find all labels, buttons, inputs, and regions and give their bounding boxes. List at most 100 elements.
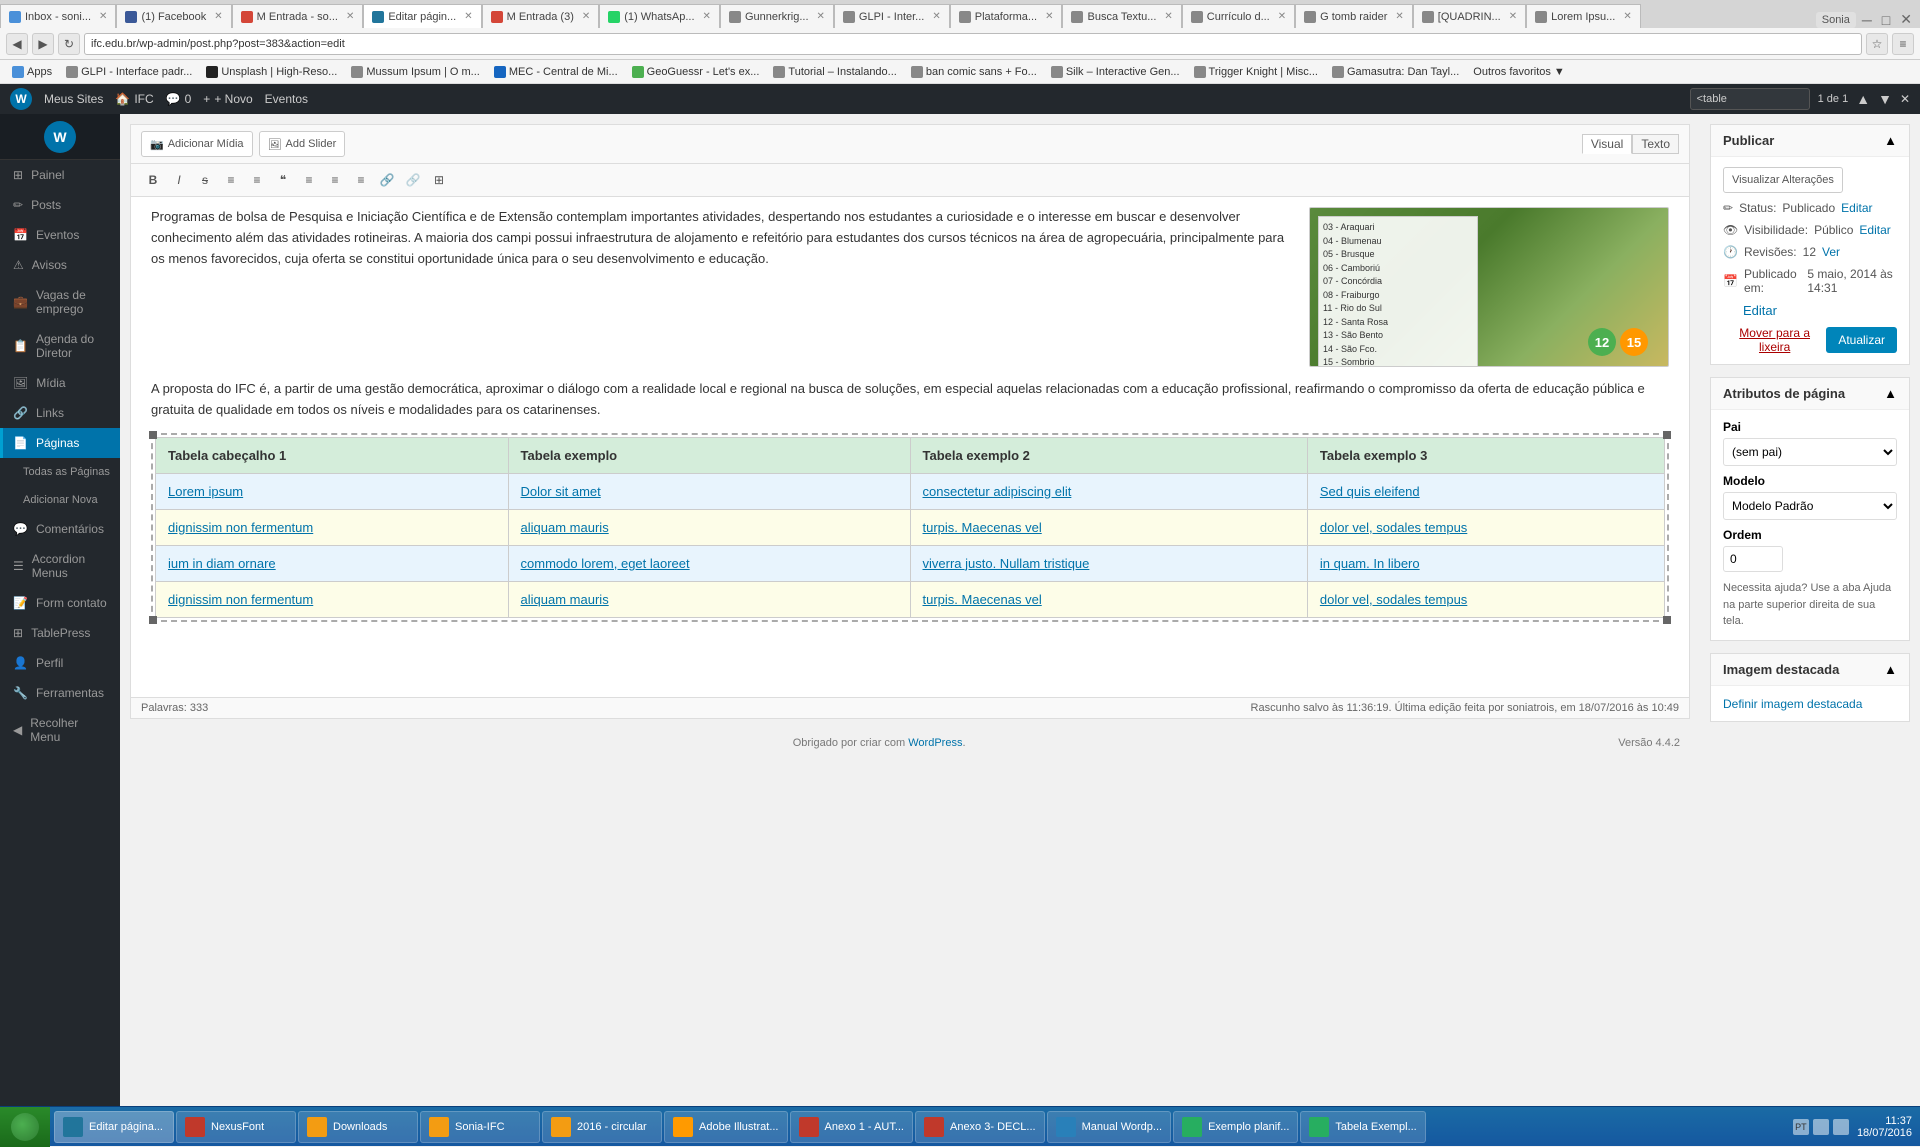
- cell-link[interactable]: turpis. Maecenas vel: [923, 592, 1042, 607]
- cell-link[interactable]: Lorem ipsum: [168, 484, 243, 499]
- tab-close-misc6[interactable]: ✕: [1509, 11, 1517, 22]
- sidebar-item-all-pages[interactable]: Todas as Páginas: [0, 458, 120, 486]
- cell-link[interactable]: aliquam mauris: [521, 520, 609, 535]
- back-button[interactable]: ◀: [6, 33, 28, 55]
- sidebar-item-agenda[interactable]: 📋 Agenda do Diretor: [0, 324, 120, 368]
- wp-search-input[interactable]: [1690, 88, 1810, 110]
- sidebar-item-recolher[interactable]: ◀ Recolher Menu: [0, 708, 120, 752]
- close-browser-btn[interactable]: ✕: [1896, 11, 1916, 28]
- tab-wp-edit[interactable]: Editar págin... ✕: [363, 4, 481, 28]
- tab-close-tomb[interactable]: ✕: [1395, 11, 1403, 22]
- next-result-btn[interactable]: ▼: [1878, 91, 1892, 107]
- taskbar-item-illustrator[interactable]: Adobe Illustrat...: [664, 1111, 788, 1143]
- selection-handle-bl[interactable]: [149, 616, 157, 624]
- sidebar-item-vagas[interactable]: 💼 Vagas de emprego: [0, 280, 120, 324]
- cell-link[interactable]: dolor vel, sodales tempus: [1320, 592, 1467, 607]
- page-attributes-header[interactable]: Atributos de página ▲: [1711, 378, 1909, 410]
- tab-close-gmail2[interactable]: ✕: [582, 11, 590, 22]
- tab-close-inbox[interactable]: ✕: [99, 11, 107, 22]
- bookmark-silk[interactable]: Silk – Interactive Gen...: [1045, 62, 1186, 82]
- taskbar-item-manual[interactable]: Manual Wordp...: [1047, 1111, 1172, 1143]
- editor-content[interactable]: Programas de bolsa de Pesquisa e Iniciaç…: [131, 197, 1689, 697]
- selection-handle-br[interactable]: [1663, 616, 1671, 624]
- bold-button[interactable]: B: [141, 168, 165, 192]
- update-button[interactable]: Atualizar: [1826, 327, 1897, 353]
- tab-close-facebook[interactable]: ✕: [214, 11, 222, 22]
- bookmark-trigger[interactable]: Trigger Knight | Misc...: [1188, 62, 1324, 82]
- selection-handle-tl[interactable]: [149, 431, 157, 439]
- align-right-button[interactable]: ≡: [349, 168, 373, 192]
- taskbar-item-nexusfont[interactable]: NexusFont: [176, 1111, 296, 1143]
- tab-close-misc5[interactable]: ✕: [1278, 11, 1286, 22]
- taskbar-item-sonia-ifc[interactable]: Sonia-IFC: [420, 1111, 540, 1143]
- trash-button[interactable]: Mover para a lixeira: [1723, 326, 1826, 354]
- tab-gmail[interactable]: M Entrada - so... ✕: [232, 4, 364, 28]
- tab-tomb-raider[interactable]: G tomb raider ✕: [1295, 4, 1413, 28]
- admin-bar-new[interactable]: + + Novo: [203, 92, 252, 106]
- cell-link[interactable]: dolor vel, sodales tempus: [1320, 520, 1467, 535]
- menu-button[interactable]: ≡: [1892, 33, 1914, 55]
- wp-logo-item[interactable]: W: [10, 88, 32, 110]
- taskbar-item-planif[interactable]: Exemplo planif...: [1173, 1111, 1298, 1143]
- refresh-button[interactable]: ↻: [58, 33, 80, 55]
- url-bar[interactable]: [84, 33, 1862, 55]
- close-search-btn[interactable]: ✕: [1900, 92, 1910, 106]
- cell-link[interactable]: ium in diam ornare: [168, 556, 276, 571]
- featured-image-header[interactable]: Imagem destacada ▲: [1711, 654, 1909, 686]
- model-select[interactable]: Modelo Padrão: [1723, 492, 1897, 520]
- taskbar-item-circular[interactable]: 2016 - circular: [542, 1111, 662, 1143]
- cell-link[interactable]: turpis. Maecenas vel: [923, 520, 1042, 535]
- add-slider-button[interactable]: 🖼 Add Slider: [259, 131, 346, 157]
- published-edit-link[interactable]: Editar: [1743, 303, 1777, 318]
- tab-visual[interactable]: Visual: [1582, 134, 1632, 154]
- sidebar-item-eventos[interactable]: 📅 Eventos: [0, 220, 120, 250]
- taskbar-item-tabela[interactable]: Tabela Exempl...: [1300, 1111, 1425, 1143]
- start-button[interactable]: [0, 1107, 50, 1147]
- tab-close-lorem[interactable]: ✕: [1623, 11, 1631, 22]
- forward-button[interactable]: ▶: [32, 33, 54, 55]
- italic-button[interactable]: I: [167, 168, 191, 192]
- tab-inbox[interactable]: Inbox - soni... ✕: [0, 4, 116, 28]
- tray-icon-network[interactable]: [1833, 1119, 1849, 1135]
- taskbar-item-edit-page[interactable]: Editar página...: [54, 1111, 174, 1143]
- unordered-list-button[interactable]: ≡: [219, 168, 243, 192]
- bookmark-mec[interactable]: MEC - Central de Mi...: [488, 62, 624, 82]
- cell-link[interactable]: in quam. In libero: [1320, 556, 1420, 571]
- tab-whatsapp[interactable]: (1) WhatsAp... ✕: [599, 4, 720, 28]
- tab-misc5[interactable]: Currículo d... ✕: [1182, 4, 1295, 28]
- admin-bar-events[interactable]: Eventos: [265, 92, 308, 106]
- define-image-link[interactable]: Definir imagem destacada: [1723, 697, 1862, 711]
- tab-close-wp[interactable]: ✕: [464, 11, 472, 22]
- tab-misc6[interactable]: [QUADRIN... ✕: [1413, 4, 1526, 28]
- sidebar-item-tablepress[interactable]: ⊞ TablePress: [0, 618, 120, 648]
- blockquote-button[interactable]: ❝: [271, 168, 295, 192]
- ordered-list-button[interactable]: ≡: [245, 168, 269, 192]
- tab-misc2[interactable]: GLPI - Inter... ✕: [834, 4, 950, 28]
- prev-result-btn[interactable]: ▲: [1856, 91, 1870, 107]
- visibility-edit-link[interactable]: Editar: [1859, 223, 1890, 237]
- publish-box-header[interactable]: Publicar ▲: [1711, 125, 1909, 157]
- admin-bar-comments[interactable]: 💬 0: [166, 92, 192, 106]
- bookmark-mussum[interactable]: Mussum Ipsum | O m...: [345, 62, 486, 82]
- cell-link[interactable]: dignissim non fermentum: [168, 520, 313, 535]
- tab-close-misc4[interactable]: ✕: [1164, 11, 1172, 22]
- tray-icon-speaker[interactable]: [1813, 1119, 1829, 1135]
- cell-link[interactable]: dignissim non fermentum: [168, 592, 313, 607]
- link-button[interactable]: 🔗: [375, 168, 399, 192]
- sidebar-item-add-new[interactable]: Adicionar Nova: [0, 486, 120, 514]
- tab-misc3[interactable]: Plataforma... ✕: [950, 4, 1063, 28]
- tab-misc1[interactable]: Gunnerkrig... ✕: [720, 4, 834, 28]
- tray-icon-lang[interactable]: PT: [1793, 1119, 1809, 1135]
- tab-close-whatsapp[interactable]: ✕: [703, 11, 711, 22]
- cell-link[interactable]: consectetur adipiscing elit: [923, 484, 1072, 499]
- status-edit-link[interactable]: Editar: [1841, 201, 1872, 215]
- insert-more-button[interactable]: ⊞: [427, 168, 451, 192]
- tab-gmail2[interactable]: M Entrada (3) ✕: [482, 4, 600, 28]
- cell-link[interactable]: Dolor sit amet: [521, 484, 601, 499]
- tab-close-misc1[interactable]: ✕: [817, 11, 825, 22]
- add-media-button[interactable]: 📷 Adicionar Mídia: [141, 131, 253, 157]
- bookmark-tutorial[interactable]: Tutorial – Instalando...: [767, 62, 902, 82]
- revisions-link[interactable]: Ver: [1822, 245, 1840, 259]
- taskbar-item-anexo1[interactable]: Anexo 1 - AUT...: [790, 1111, 913, 1143]
- cell-link[interactable]: commodo lorem, eget laoreet: [521, 556, 690, 571]
